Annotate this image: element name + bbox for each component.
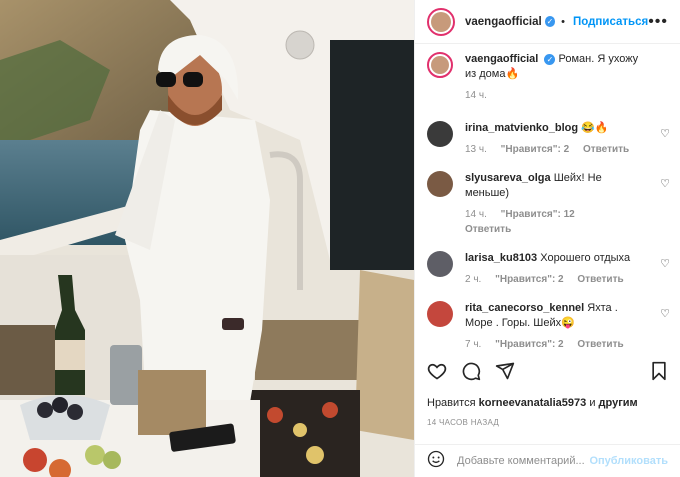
comment-bubble-icon[interactable] xyxy=(461,361,481,386)
comment-input[interactable]: Добавьте комментарий... xyxy=(457,455,585,467)
emoji-icon[interactable] xyxy=(427,450,445,473)
liker-username[interactable]: korneevanatalia5973 xyxy=(479,397,587,409)
comment-bubble-icon-svg xyxy=(462,362,481,380)
comment-meta: 2 ч. "Нравится": 2 Ответить xyxy=(465,272,645,287)
author-username[interactable]: vaengaofficial xyxy=(465,16,542,28)
reply-button[interactable]: Ответить xyxy=(577,274,623,285)
comment-item: larisa_ku8103 Хорошего отдыха 2 ч. "Нрав… xyxy=(415,251,680,287)
verified-icon: ✓ xyxy=(544,53,556,65)
comments-list: vaengaofficial ✓ Роман. Я ухожу из дома🔥… xyxy=(415,52,680,366)
comment-like-heart-icon[interactable]: ♡ xyxy=(660,127,670,140)
comment-username[interactable]: larisa_ku8103 xyxy=(465,252,537,264)
comment-username[interactable]: rita_canecorso_kennel xyxy=(465,302,584,314)
comment-body: rita_canecorso_kennel Яхта . Море . Горы… xyxy=(465,301,645,352)
comment-item: irina_matvienko_blog 😂🔥 13 ч. "Нравится"… xyxy=(415,121,680,157)
publish-button[interactable]: Опубликовать xyxy=(589,455,668,467)
share-send-icon-svg xyxy=(495,362,515,379)
caption: vaengaofficial ✓ Роман. Я ухожу из дома🔥… xyxy=(415,52,680,103)
comment-likes[interactable]: "Нравится": 2 xyxy=(501,144,570,155)
add-comment-bar: Добавьте комментарий... Опубликовать xyxy=(415,444,680,477)
avatar-image xyxy=(431,11,451,32)
bookmark-icon-svg xyxy=(652,361,666,380)
more-options-icon[interactable]: ••• xyxy=(648,13,668,31)
post-photo-illustration xyxy=(0,0,414,477)
emoji-icon-svg xyxy=(427,450,445,467)
comment-username[interactable]: irina_matvienko_blog xyxy=(465,122,578,134)
separator-dot: • xyxy=(561,15,565,28)
comment-item: slyusareva_olga Шейх! Не меньше) 14 ч. "… xyxy=(415,171,680,237)
instagram-post: vaengaofficial ✓ • Подписаться ••• vaeng… xyxy=(0,0,680,477)
caption-meta: 14 ч. xyxy=(465,88,645,103)
comment-body: larisa_ku8103 Хорошего отдыха 2 ч. "Нрав… xyxy=(465,251,645,287)
comment-time[interactable]: 2 ч. xyxy=(465,274,481,285)
likes-and: и xyxy=(589,397,596,409)
comment-likes[interactable]: "Нравится": 12 xyxy=(501,209,575,220)
comment-time[interactable]: 14 ч. xyxy=(465,209,487,220)
commenter-avatar[interactable] xyxy=(427,121,453,147)
likes-prefix: Нравится xyxy=(427,397,476,409)
comment-like-heart-icon[interactable]: ♡ xyxy=(660,307,670,320)
comment-meta: 7 ч. "Нравится": 2 Ответить xyxy=(465,337,645,352)
comment-likes[interactable]: "Нравится": 2 xyxy=(495,339,564,350)
verified-icon: ✓ xyxy=(544,16,556,27)
commenter-avatar[interactable] xyxy=(427,301,453,327)
like-heart-icon[interactable] xyxy=(427,361,447,386)
author-avatar[interactable] xyxy=(427,52,453,78)
comment-time[interactable]: 7 ч. xyxy=(465,339,481,350)
like-heart-icon-svg xyxy=(427,363,447,379)
comment-username[interactable]: slyusareva_olga xyxy=(465,172,551,184)
comment-text: Хорошего отдыха xyxy=(540,252,631,264)
reply-button[interactable]: Ответить xyxy=(583,144,629,155)
comment-meta: 13 ч. "Нравится": 2 Ответить xyxy=(465,142,645,157)
caption-body: vaengaofficial ✓ Роман. Я ухожу из дома🔥… xyxy=(465,52,645,103)
comment-like-heart-icon[interactable]: ♡ xyxy=(660,177,670,190)
comment-text: 😂🔥 xyxy=(581,122,609,134)
comment-body: irina_matvienko_blog 😂🔥 13 ч. "Нравится"… xyxy=(465,121,645,157)
author-avatar[interactable] xyxy=(427,7,455,36)
post-actions xyxy=(427,358,668,388)
post-header: vaengaofficial ✓ • Подписаться ••• xyxy=(415,0,680,44)
post-photo[interactable] xyxy=(0,0,414,477)
reply-button[interactable]: Ответить xyxy=(465,224,511,235)
comment-time[interactable]: 13 ч. xyxy=(465,144,487,155)
comment-meta: 14 ч. "Нравится": 12 Ответить xyxy=(465,207,645,237)
bookmark-icon[interactable] xyxy=(650,361,668,386)
comment-body: slyusareva_olga Шейх! Не меньше) 14 ч. "… xyxy=(465,171,645,237)
commenter-avatar[interactable] xyxy=(427,171,453,197)
likes-others-link[interactable]: другим xyxy=(599,397,638,409)
commenter-avatar[interactable] xyxy=(427,251,453,277)
comment-item: rita_canecorso_kennel Яхта . Море . Горы… xyxy=(415,301,680,352)
likes-summary: Нравится korneevanatalia5973 и другим xyxy=(427,397,638,409)
post-date[interactable]: 14 ЧАСОВ НАЗАД xyxy=(427,418,499,427)
reply-button[interactable]: Ответить xyxy=(577,339,623,350)
caption-username[interactable]: vaengaofficial xyxy=(465,53,538,65)
caption-time[interactable]: 14 ч. xyxy=(465,90,487,101)
comment-like-heart-icon[interactable]: ♡ xyxy=(660,257,670,270)
post-side-panel: vaengaofficial ✓ • Подписаться ••• vaeng… xyxy=(414,0,680,477)
follow-button[interactable]: Подписаться xyxy=(573,16,648,28)
comment-likes[interactable]: "Нравится": 2 xyxy=(495,274,564,285)
avatar-image xyxy=(431,56,449,74)
share-send-icon[interactable] xyxy=(495,361,515,386)
